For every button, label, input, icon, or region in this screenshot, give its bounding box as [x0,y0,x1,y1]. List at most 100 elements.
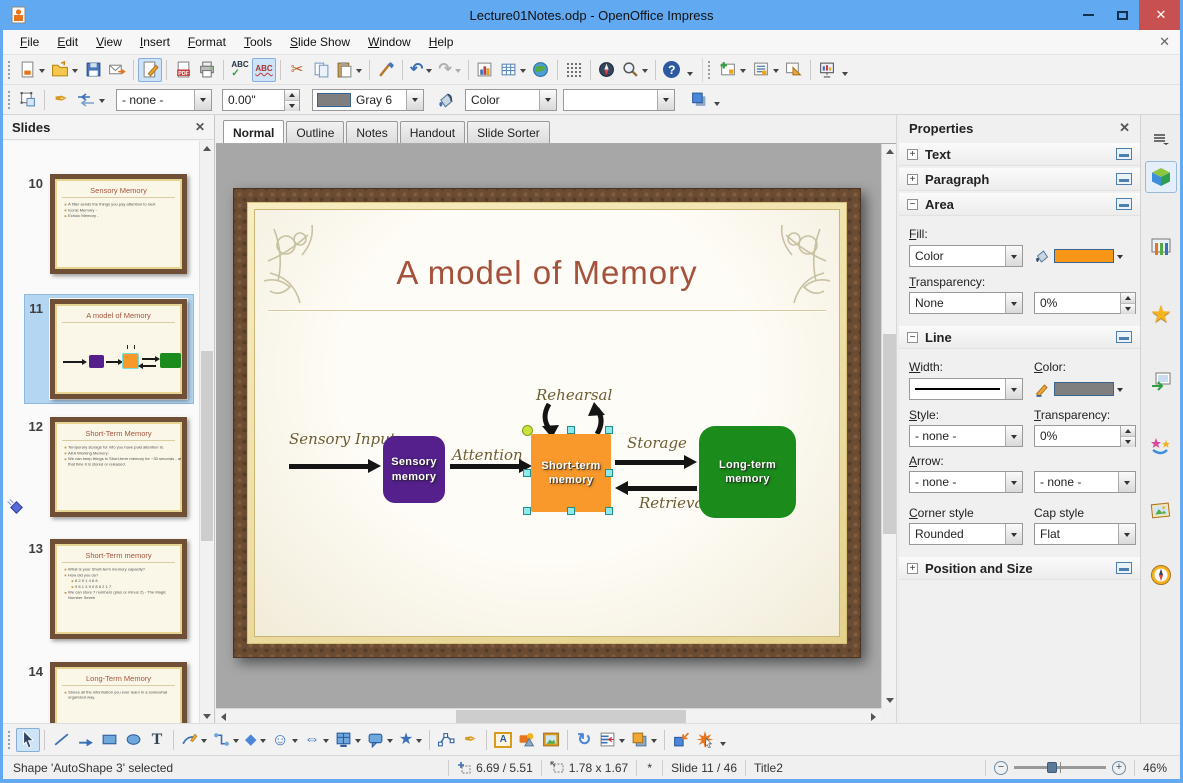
sidebar-tab-gallery[interactable] [1145,495,1177,527]
line-color-picker[interactable] [1034,377,1136,401]
zoom-in-button[interactable]: + [1112,760,1126,775]
transparency-stepper[interactable]: 0% [1034,292,1136,314]
tab-outline[interactable]: Outline [286,121,345,143]
zoom-slider-thumb[interactable] [1047,762,1058,773]
slide-thumbnail-13[interactable]: 13 Short-Term memory What is your Short-… [3,539,199,653]
dialog-launcher-icon[interactable] [1116,198,1132,210]
selection-handle[interactable] [567,426,575,434]
display-grid-button[interactable] [562,58,586,82]
cap-style-select[interactable]: Flat [1034,523,1136,545]
label-attention[interactable]: Attention [452,446,523,464]
dialog-launcher-icon[interactable] [1116,148,1132,160]
print-button[interactable] [195,58,219,82]
slide-thumbnail-14[interactable]: 14 Long-Term Memory Stores all the infor… [3,662,199,723]
symbol-shapes-button[interactable]: ☺ [269,728,301,752]
zoom-percentage[interactable]: 46% [1134,759,1180,776]
toolbar-overflow-button[interactable] [711,88,723,112]
label-storage[interactable]: Storage [627,434,687,452]
paste-button[interactable] [333,58,365,82]
menu-format[interactable]: Format [179,31,235,53]
animation-effects-button[interactable] [693,728,717,752]
line-width-select[interactable] [909,378,1023,400]
rotate-button[interactable]: ↻ [572,728,596,752]
vertical-scrollbar[interactable] [881,144,896,708]
toolbar-overflow-button[interactable] [717,728,729,752]
properties-close-icon[interactable]: ✕ [1119,120,1130,136]
selection-handle[interactable] [605,469,613,477]
selection-handle[interactable] [605,507,613,515]
tab-normal[interactable]: Normal [223,120,285,143]
shape-long-term-memory[interactable]: Long-term memory [699,426,796,518]
spin-down-icon[interactable] [1121,303,1135,314]
insert-chart-button[interactable] [473,58,497,82]
expand-icon[interactable]: + [907,173,918,185]
flowchart-button[interactable] [332,728,364,752]
section-position-size[interactable]: + Position and Size [899,557,1140,580]
slide-title[interactable]: A model of Memory [255,254,839,292]
slide-canvas[interactable]: A model of Memory Sensory Input Sensory … [254,209,840,637]
slide-design-button[interactable] [782,58,806,82]
minimize-button[interactable] [1071,0,1105,30]
fill-type-select[interactable]: Color [465,88,557,111]
menu-slideshow[interactable]: Slide Show [281,31,359,53]
insert-picture-button[interactable] [515,728,539,752]
scroll-left-icon[interactable] [216,709,231,724]
curve-tool-button[interactable] [178,728,210,752]
spin-up-icon[interactable] [1121,426,1135,436]
connector-tool-button[interactable] [210,728,242,752]
text-tool-button[interactable]: T [145,728,169,752]
line-width-stepper[interactable]: 0.00" [222,88,300,111]
section-text[interactable]: + Text [899,143,1140,166]
toolbar-grip[interactable] [7,89,11,110]
sidebar-tab-styles[interactable] [1145,431,1177,463]
menu-tools[interactable]: Tools [235,31,281,53]
cut-button[interactable]: ✂ [285,58,309,82]
hyperlink-button[interactable] [529,58,553,82]
basic-shapes-button[interactable]: ◆ [242,728,269,752]
toolbar-grip[interactable] [7,59,11,80]
new-slide-button[interactable] [716,58,749,82]
scroll-up-icon[interactable] [200,141,214,155]
menu-edit[interactable]: Edit [48,31,87,53]
maximize-button[interactable] [1105,0,1139,30]
gallery-button[interactable] [539,728,563,752]
copy-button[interactable] [309,58,333,82]
dialog-launcher-icon[interactable] [1116,173,1132,185]
sidebar-tab-master-pages[interactable] [1145,231,1177,263]
arrow-retrieval[interactable] [615,481,697,495]
sidebar-tab-slide-transition[interactable] [1145,365,1177,397]
tab-notes[interactable]: Notes [346,121,398,143]
ellipse-tool-button[interactable] [121,728,145,752]
dialog-launcher-icon[interactable] [1116,562,1132,574]
slide-thumbnail-10[interactable]: 10 Sensory Memory A filter sends the thi… [3,174,199,288]
selection-handle[interactable] [523,507,531,515]
help-button[interactable]: ? [660,58,684,82]
insert-table-button[interactable] [497,58,529,82]
section-paragraph[interactable]: + Paragraph [899,168,1140,191]
alignment-button[interactable] [596,728,628,752]
scrollbar-thumb[interactable] [201,351,213,541]
toolbar-overflow-button[interactable] [839,58,851,82]
spin-down-icon[interactable] [285,99,299,111]
menu-insert[interactable]: Insert [131,31,179,53]
rectangle-tool-button[interactable] [97,728,121,752]
undo-button[interactable]: ↶ [407,58,435,82]
position-size-button[interactable] [16,88,40,112]
slide-layout-button[interactable] [749,58,782,82]
edit-points-button[interactable] [434,728,458,752]
slide-thumbnail-11-selected[interactable]: 11 A model of Memory [3,294,199,413]
scrollbar-thumb[interactable] [883,334,896,534]
scroll-right-icon[interactable] [866,709,881,724]
open-button[interactable] [48,58,81,82]
arrow-end-select[interactable]: - none - [1034,471,1136,493]
horizontal-scrollbar[interactable] [216,708,881,723]
save-button[interactable] [81,58,105,82]
arrange-button[interactable] [628,728,660,752]
selection-handle[interactable] [605,426,613,434]
toolbar-overflow-button[interactable] [684,58,696,82]
line-style-select[interactable]: - none - [909,425,1023,447]
tab-slide-sorter[interactable]: Slide Sorter [467,121,550,143]
adjust-handle[interactable] [522,425,533,436]
toolbar-grip[interactable] [706,59,711,80]
collapse-icon[interactable]: − [907,331,918,343]
